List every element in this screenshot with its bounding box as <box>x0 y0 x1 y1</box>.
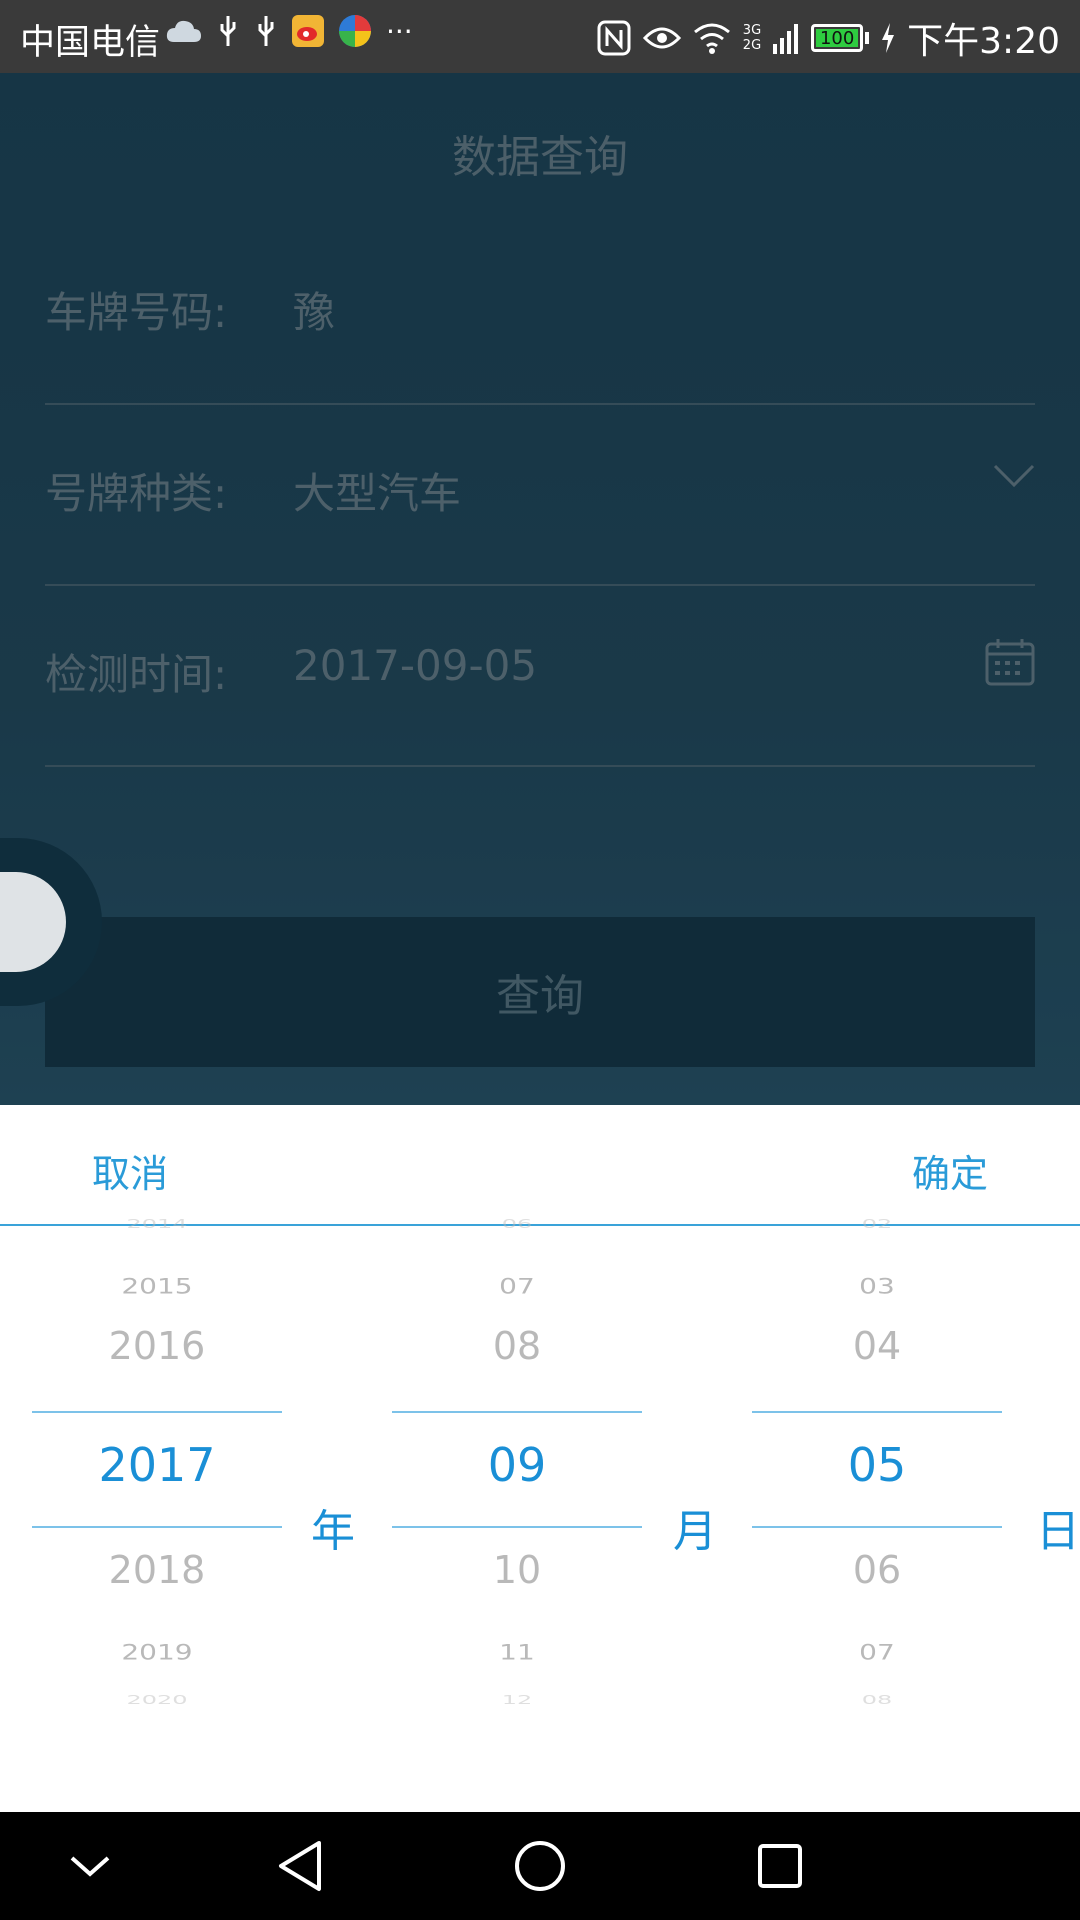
year-unit-label: 年 <box>311 1506 355 1557</box>
wheel-item[interactable]: 04 <box>752 1324 1002 1368</box>
nfc-icon <box>597 20 631 56</box>
wheel-item-selected[interactable]: 2017 <box>32 1438 282 1492</box>
app-icon <box>338 14 372 48</box>
status-bar: 中国电信 ··· 3G 2G 100 下午3:20 <box>0 0 1080 73</box>
eye-icon <box>642 24 681 52</box>
notification-icons: ··· <box>166 14 413 48</box>
day-unit-label: 日 <box>1036 1506 1080 1557</box>
usb-icon <box>216 14 240 48</box>
selection-divider <box>32 1526 282 1528</box>
confirm-button[interactable]: 确定 <box>912 1143 988 1198</box>
wheel-item[interactable]: 2015 <box>32 1274 282 1299</box>
wheel-item[interactable]: 2020 <box>32 1693 282 1707</box>
back-icon[interactable] <box>230 1812 370 1920</box>
wheel-item[interactable]: 2018 <box>32 1548 282 1592</box>
selection-divider <box>32 1411 282 1413</box>
year-wheel[interactable]: 2014 2015 2016 2017 2018 2019 2020 <box>32 1217 282 1812</box>
charging-icon <box>881 23 895 53</box>
collapse-icon[interactable] <box>20 1812 160 1920</box>
month-unit-label: 月 <box>673 1506 717 1557</box>
wheel-item[interactable]: 06 <box>752 1548 1002 1592</box>
navigation-bar <box>0 1812 1080 1920</box>
wheel-item[interactable]: 03 <box>752 1274 1002 1299</box>
wheel-item[interactable]: 2016 <box>32 1324 282 1368</box>
wheel-item[interactable]: 08 <box>392 1324 642 1368</box>
day-wheel[interactable]: 02 03 04 05 06 07 08 <box>752 1217 1002 1812</box>
wheel-item[interactable]: 12 <box>392 1693 642 1707</box>
selection-divider <box>392 1526 642 1528</box>
modal-scrim[interactable] <box>0 73 1080 1105</box>
wheel-item[interactable]: 2014 <box>32 1217 282 1231</box>
home-icon[interactable] <box>470 1812 610 1920</box>
wheel-item[interactable]: 06 <box>392 1217 642 1231</box>
more-icon: ··· <box>386 14 413 48</box>
selection-divider <box>392 1411 642 1413</box>
selection-divider <box>752 1526 1002 1528</box>
selection-divider <box>752 1411 1002 1413</box>
wheel-item[interactable]: 02 <box>752 1217 1002 1231</box>
system-icons: 3G 2G 100 下午3:20 <box>597 12 1060 64</box>
wheel-item[interactable]: 08 <box>752 1693 1002 1707</box>
battery-icon: 100 <box>811 24 870 52</box>
cancel-button[interactable]: 取消 <box>92 1143 168 1198</box>
wheel-item[interactable]: 07 <box>392 1274 642 1299</box>
month-wheel[interactable]: 06 07 08 09 10 11 12 <box>392 1217 642 1812</box>
weibo-icon <box>292 15 324 47</box>
clock: 下午3:20 <box>907 21 1060 62</box>
cloud-icon <box>166 18 202 44</box>
wheel-item[interactable]: 11 <box>392 1640 642 1665</box>
recents-icon[interactable] <box>710 1812 850 1920</box>
wheel-item-selected[interactable]: 05 <box>752 1438 1002 1492</box>
carrier-label: 中国电信 <box>20 23 161 63</box>
wheel-item-selected[interactable]: 09 <box>392 1438 642 1492</box>
wheel-item[interactable]: 10 <box>392 1548 642 1592</box>
wheel-item[interactable]: 2019 <box>32 1640 282 1665</box>
date-picker-sheet: 取消 确定 2014 2015 2016 2017 2018 2019 2020… <box>0 1105 1080 1812</box>
date-picker-header: 取消 确定 <box>0 1105 1080 1226</box>
usb-icon <box>254 14 278 48</box>
signal-icon: 3G 2G <box>742 23 762 53</box>
signal-bars-icon <box>773 22 799 54</box>
wifi-icon <box>693 22 731 54</box>
wheel-item[interactable]: 07 <box>752 1640 1002 1665</box>
